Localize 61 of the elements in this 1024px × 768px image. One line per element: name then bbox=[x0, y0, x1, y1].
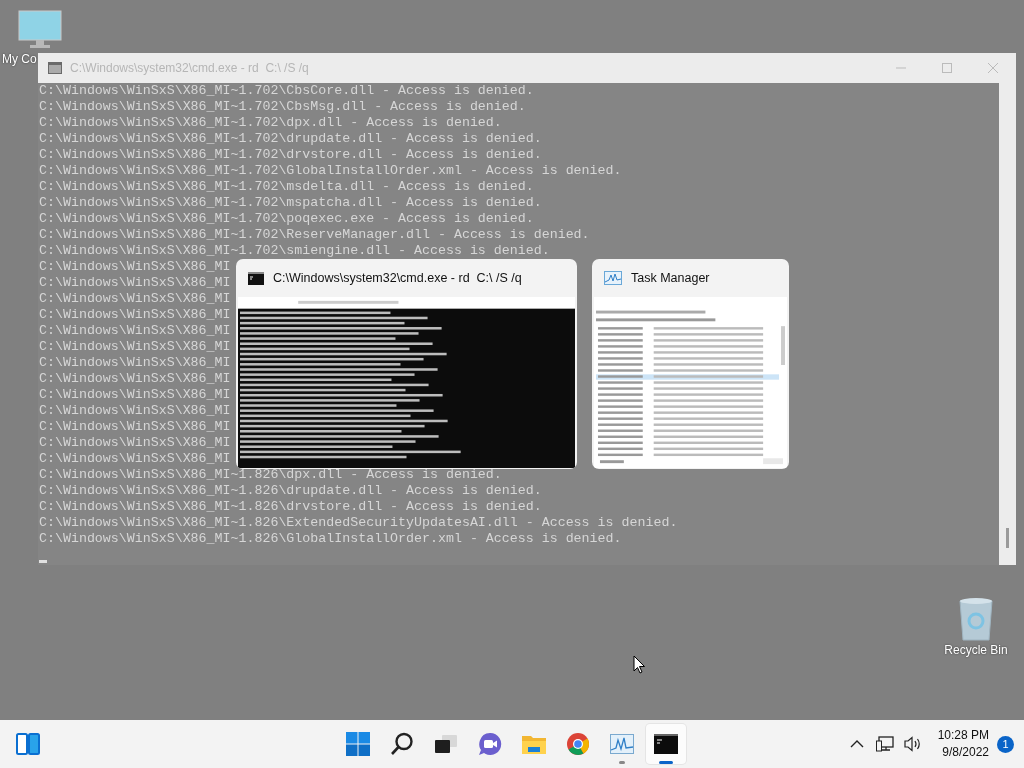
console-line: C:\Windows\WinSxS\X86_MI~1.702\drvstore.dll - Access is denied. bbox=[39, 147, 542, 163]
console-line: C:\Windows\WinSxS\X86_MI bbox=[39, 275, 231, 291]
thumbnail-title: Task Manager bbox=[631, 271, 710, 285]
running-indicator bbox=[659, 761, 673, 764]
console-line: C:\Windows\WinSxS\X86_MI bbox=[39, 371, 231, 387]
windows-logo-icon bbox=[346, 732, 370, 756]
scrollbar[interactable] bbox=[999, 83, 1016, 565]
chevron-up-icon bbox=[849, 740, 864, 748]
console-icon bbox=[48, 62, 62, 74]
recycle-bin-icon[interactable] bbox=[957, 597, 995, 641]
folder-icon bbox=[521, 733, 547, 755]
notification-badge[interactable]: 1 bbox=[997, 735, 1014, 753]
console-line: C:\Windows\WinSxS\X86_MI~1.826\drvstore.dll - Access is denied. bbox=[39, 499, 542, 515]
chat-icon bbox=[478, 732, 502, 756]
console-icon bbox=[654, 734, 678, 754]
console-line: C:\Windows\WinSxS\X86_MI bbox=[39, 307, 231, 323]
clock[interactable]: 10:28 PM 9/8/2022 bbox=[927, 727, 995, 761]
close-icon bbox=[988, 63, 998, 73]
console-line: C:\Windows\WinSxS\X86_MI bbox=[39, 323, 231, 339]
console-line: C:\Windows\WinSxS\X86_MI~1.702\dpx.dll - Access is denied. bbox=[39, 115, 502, 131]
console-line: C:\Windows\WinSxS\X86_MI~1.702\CbsCore.dll - Access is denied. bbox=[39, 83, 534, 99]
text-cursor bbox=[39, 560, 47, 563]
console-line: C:\Windows\WinSxS\X86_MI~1.702\CbsMsg.dll - Access is denied. bbox=[39, 99, 526, 115]
monitor-icon[interactable] bbox=[18, 10, 62, 50]
running-indicator bbox=[619, 761, 625, 764]
maximize-icon bbox=[942, 63, 952, 73]
mouse-pointer-icon bbox=[633, 655, 646, 674]
console-line: C:\Windows\WinSxS\X86_MI bbox=[39, 387, 231, 403]
browser-icon bbox=[566, 732, 590, 756]
graph-icon bbox=[610, 734, 634, 754]
window-thumbnail[interactable]: C:\Windows\system32\cmd.exe - rd C:\ /S /q bbox=[236, 259, 577, 469]
desktop-icon-label: Recycle Bin bbox=[944, 643, 1008, 657]
graph-icon bbox=[604, 271, 622, 285]
console-line: C:\Windows\WinSxS\X86_MI~1.826\drupdate.dll - Access is denied. bbox=[39, 483, 542, 499]
console-line: C:\Windows\WinSxS\X86_MI bbox=[39, 403, 231, 419]
console-line: C:\Windows\WinSxS\X86_MI~1.702\mspatcha.dll - Access is denied. bbox=[39, 195, 542, 211]
desktop-icon-label: My Co bbox=[2, 52, 37, 66]
taskbar-app-button[interactable] bbox=[646, 724, 686, 764]
window-thumbnail[interactable]: Task Manager bbox=[592, 259, 789, 469]
console-line: C:\Windows\WinSxS\X86_MI~1.702\msdelta.dll - Access is denied. bbox=[39, 179, 534, 195]
console-line: C:\Windows\WinSxS\X86_MI~1.702\smiengine.dll - Access is denied. bbox=[39, 243, 550, 259]
console-line: C:\Windows\WinSxS\X86_MI bbox=[39, 259, 231, 275]
console-line: C:\Windows\WinSxS\X86_MI~1.702\poqexec.exe - Access is denied. bbox=[39, 211, 534, 227]
thumbnail-title: C:\Windows\system32\cmd.exe - rd C:\ /S /q bbox=[273, 271, 522, 285]
console-line: C:\Windows\WinSxS\X86_MI~1.826\GlobalInstallOrder.xml - Access is denied. bbox=[39, 531, 622, 547]
scrollbar-thumb[interactable] bbox=[1006, 528, 1009, 548]
console-line: C:\Windows\WinSxS\X86_MI bbox=[39, 339, 231, 355]
console-line: C:\Windows\WinSxS\X86_MI bbox=[39, 435, 231, 451]
console-line: C:\Windows\WinSxS\X86_MI~1.826\ExtendedSecurityUpdatesAI.dll - Access is denied. bbox=[39, 515, 678, 531]
console-line: C:\Windows\WinSxS\X86_MI bbox=[39, 291, 231, 307]
console-line: C:\Windows\WinSxS\X86_MI bbox=[39, 419, 231, 435]
console-line: C:\Windows\WinSxS\X86_MI bbox=[39, 451, 231, 467]
overlapping-windows-icon bbox=[434, 734, 458, 754]
console-line: C:\Windows\WinSxS\X86_MI bbox=[39, 355, 231, 371]
console-line: C:\Windows\WinSxS\X86_MI~1.702\drupdate.dll - Access is denied. bbox=[39, 131, 542, 147]
console-line: C:\Windows\WinSxS\X86_MI~1.826\dpx.dll - Access is denied. bbox=[39, 467, 502, 483]
widgets-icon bbox=[16, 733, 40, 755]
console-icon bbox=[248, 271, 264, 285]
search-icon bbox=[390, 732, 414, 756]
console-line: C:\Windows\WinSxS\X86_MI~1.702\GlobalInstallOrder.xml - Access is denied. bbox=[39, 163, 622, 179]
console-line: C:\Windows\WinSxS\X86_MI~1.702\ReserveManager.dll - Access is denied. bbox=[39, 227, 590, 243]
